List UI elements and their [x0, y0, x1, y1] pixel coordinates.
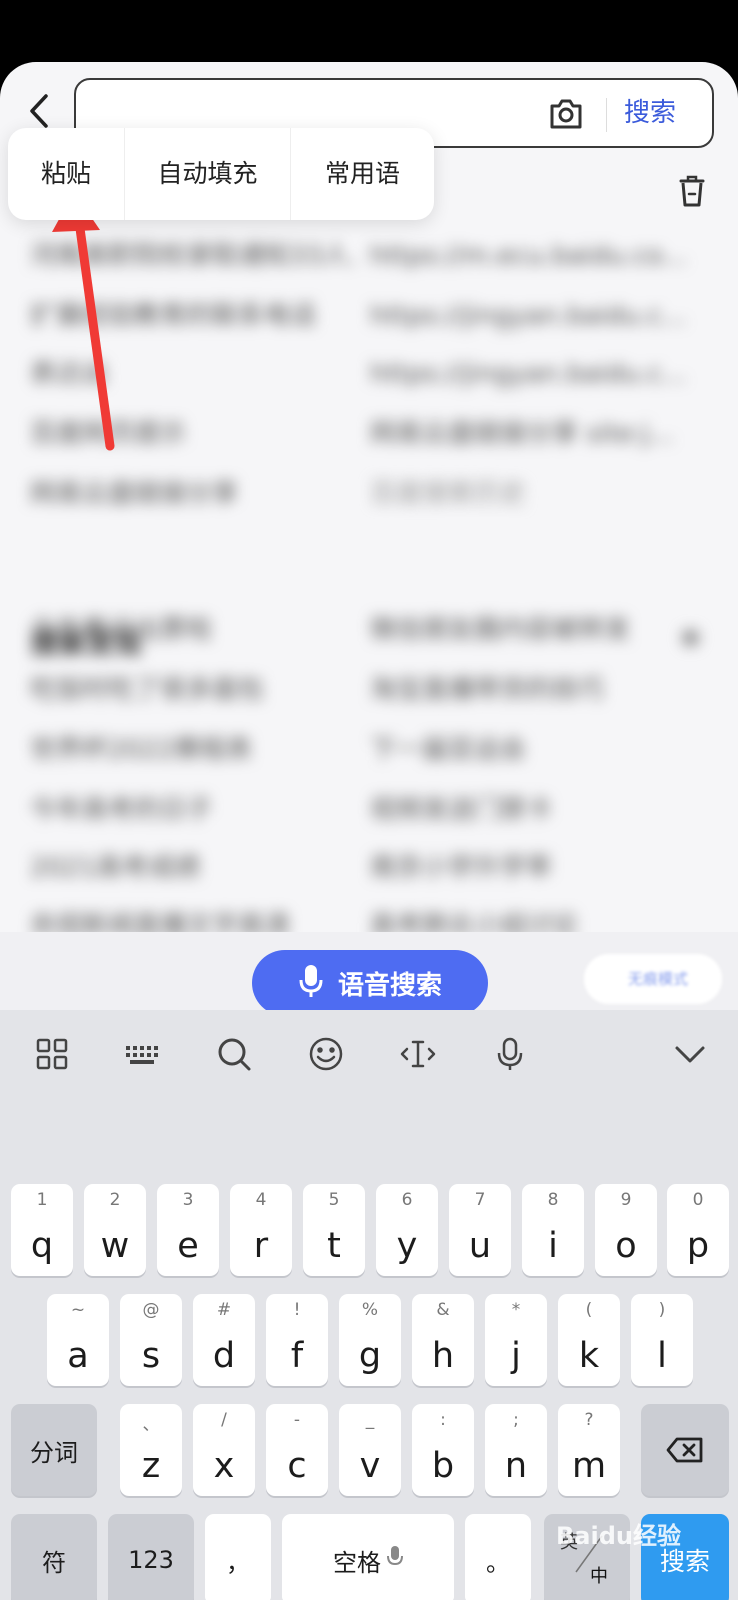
- hot-search-item[interactable]: 今年高考的日子: [30, 792, 360, 828]
- key-v[interactable]: _ v: [339, 1404, 401, 1496]
- key-j[interactable]: * j: [485, 1294, 547, 1386]
- key-l[interactable]: ) l: [631, 1294, 693, 1386]
- key-s[interactable]: @ s: [120, 1294, 182, 1386]
- keyboard: 1q 2w 3e 4r 5t 6y 7u 8i 9o 0p ~ a @ s # d !…: [0, 1010, 738, 1600]
- key-d[interactable]: # d: [193, 1294, 255, 1386]
- history-item[interactable]: https://jingyan.baidu.c...: [370, 356, 700, 392]
- backspace-icon: [641, 1404, 729, 1496]
- history-item[interactable]: https://m.ecu.baidu.co...: [370, 238, 700, 274]
- history-item[interactable]: https://jingyan.baidu.c...: [370, 298, 700, 334]
- hot-search-item[interactable]: 吃饭时吃了很多面包: [30, 672, 360, 708]
- key-p[interactable]: 0p: [667, 1184, 729, 1276]
- search-divider: [606, 98, 607, 132]
- key-z[interactable]: 、 z: [120, 1404, 182, 1496]
- search-icon[interactable]: [214, 1034, 254, 1074]
- voice-search-button[interactable]: 语音搜索: [252, 950, 488, 1016]
- hot-search-item[interactable]: 视频发送门禁卡: [370, 792, 700, 828]
- history-item[interactable]: 河南高职院校录取通知33人...: [30, 238, 360, 274]
- space-label: 空格: [333, 1548, 381, 1577]
- key-b[interactable]: :b: [412, 1404, 474, 1496]
- numbers-key[interactable]: 123: [108, 1514, 194, 1600]
- hot-search-item[interactable]: 下一届亚运会: [370, 732, 700, 768]
- key-h[interactable]: & h: [412, 1294, 474, 1386]
- hot-search-item[interactable]: 今年春运出票啦: [30, 612, 360, 648]
- app-screen: 搜索 粘贴 自动填充 常用语 河南高职院校录取通知33人... https://…: [0, 62, 738, 1600]
- common-phrases-menu-item[interactable]: 常用语: [290, 128, 434, 220]
- history-item[interactable]: 百度网页提示: [30, 416, 360, 452]
- history-item[interactable]: 网易云盘链接分享 site:j...: [370, 416, 700, 452]
- history-item[interactable]: 扩展经验教育的联系电话: [30, 298, 360, 334]
- key-i[interactable]: 8i: [522, 1184, 584, 1276]
- hot-search-item[interactable]: 淘宝直播带货的技巧: [370, 672, 700, 708]
- hot-search-item[interactable]: 南京小学升学率: [370, 850, 700, 886]
- emoji-icon[interactable]: [306, 1034, 346, 1074]
- period-key[interactable]: 。: [465, 1514, 531, 1600]
- camera-icon[interactable]: [546, 96, 586, 132]
- microphone-icon: [387, 1544, 403, 1576]
- history-item[interactable]: 百度搜索历史: [370, 476, 700, 512]
- grid-menu-icon[interactable]: [32, 1034, 72, 1074]
- hot-search-item[interactable]: 2021高考成绩: [30, 850, 360, 886]
- key-y[interactable]: 6y: [376, 1184, 438, 1276]
- key-e[interactable]: 3e: [157, 1184, 219, 1276]
- chevron-down-icon[interactable]: [670, 1034, 710, 1074]
- backspace-key[interactable]: [641, 1404, 729, 1496]
- key-n[interactable]: ; n: [485, 1404, 547, 1496]
- keyboard-layout-icon[interactable]: [122, 1034, 162, 1074]
- key-u[interactable]: 7u: [449, 1184, 511, 1276]
- key-a[interactable]: ~ a: [47, 1294, 109, 1386]
- search-history-list: 河南高职院校录取通知33人... https://m.ecu.baidu.co.…: [0, 230, 738, 950]
- key-x[interactable]: / x: [193, 1404, 255, 1496]
- baidu-watermark: Baidu经验: [556, 1522, 681, 1550]
- voice-input-icon[interactable]: [490, 1034, 530, 1074]
- key-o[interactable]: 9o: [595, 1184, 657, 1276]
- key-f[interactable]: ! f: [266, 1294, 328, 1386]
- key-q[interactable]: 1q: [11, 1184, 73, 1276]
- key-m[interactable]: ? m: [558, 1404, 620, 1496]
- key-k[interactable]: (k: [558, 1294, 620, 1386]
- voice-search-label: 语音搜索: [337, 970, 442, 1001]
- cursor-move-icon[interactable]: [398, 1034, 438, 1074]
- key-t[interactable]: 5t: [303, 1184, 365, 1276]
- autofill-menu-item[interactable]: 自动填充: [124, 128, 290, 220]
- microphone-icon: [298, 963, 324, 1003]
- space-key[interactable]: 空格: [282, 1514, 454, 1600]
- trash-icon[interactable]: [678, 174, 706, 208]
- search-submit-button[interactable]: 搜索: [624, 90, 676, 136]
- segment-key[interactable]: 分词: [11, 1404, 97, 1496]
- history-item[interactable]: 表达出: [30, 356, 360, 392]
- symbols-key[interactable]: 符: [11, 1514, 97, 1600]
- key-c[interactable]: -c: [266, 1404, 328, 1496]
- hot-search-item[interactable]: 世界杯2022赛程表: [30, 732, 360, 768]
- paste-menu-item[interactable]: 粘贴: [8, 128, 124, 220]
- key-g[interactable]: % g: [339, 1294, 401, 1386]
- incognito-mode-chip[interactable]: 无痕模式: [584, 954, 722, 1004]
- key-w[interactable]: 2w: [84, 1184, 146, 1276]
- comma-key[interactable]: ，: [205, 1514, 271, 1600]
- hot-search-item[interactable]: 微信朋友圈内容被转发: [370, 612, 700, 648]
- paste-popup-menu: 粘贴 自动填充 常用语: [8, 128, 434, 220]
- history-item[interactable]: 网易云盘链接分享: [30, 476, 360, 512]
- key-r[interactable]: 4r: [230, 1184, 292, 1276]
